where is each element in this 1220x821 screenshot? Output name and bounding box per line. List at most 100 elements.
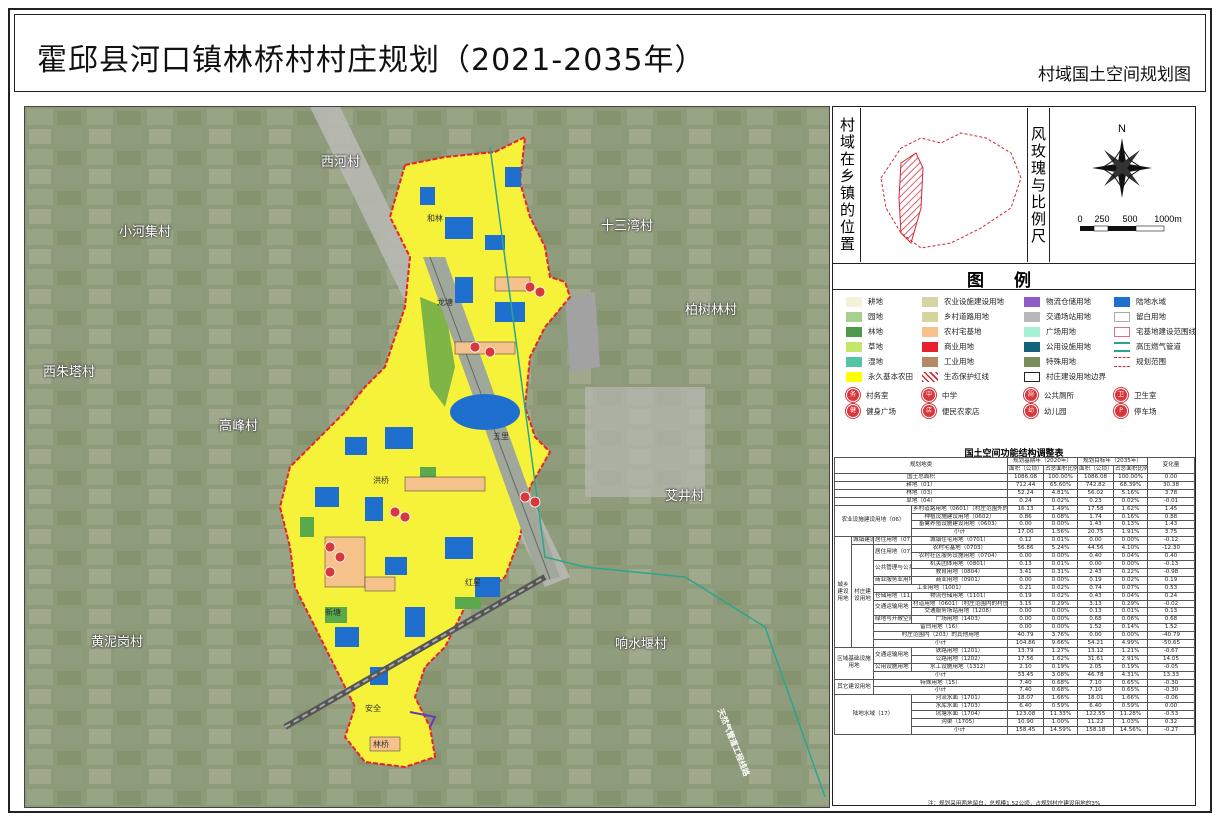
table-cell: 44.56 bbox=[1077, 544, 1115, 554]
table-cell: 0.88 bbox=[1147, 512, 1196, 522]
wind-rose-icon bbox=[1092, 138, 1152, 198]
table-cell: 0.00% bbox=[1113, 536, 1149, 546]
table-cell: 区域基础设施用地 bbox=[834, 646, 874, 680]
table-row: 商业服务业用地（09）商业用地（0901）0.000.00%0.190.02%0… bbox=[835, 575, 1196, 585]
legend-icon-item: P 停车场 bbox=[1114, 404, 1157, 418]
table-row: 公用设施用地（13）水工设施用地（1312）2.100.19%2.050.19%… bbox=[835, 662, 1196, 672]
legend-swatch bbox=[1114, 341, 1130, 352]
table-cell: 0.00 bbox=[1007, 623, 1045, 633]
table-cell: 1.43 bbox=[1077, 520, 1115, 530]
legend-swatch bbox=[846, 311, 862, 322]
legend-label: 村务室 bbox=[866, 390, 889, 400]
table-cell: 商业用地（0901） bbox=[910, 575, 1009, 585]
table-cell: -0.02 bbox=[1147, 599, 1196, 609]
legend-label: 商业用地 bbox=[944, 342, 974, 351]
legend-item: 交通场站用地 bbox=[1024, 311, 1091, 322]
table-cell: 小计 bbox=[872, 686, 1009, 696]
table-row: 耕地（01） 712.44 65.60% 742.82 68.39% 30.38 bbox=[833, 480, 1196, 490]
legend-swatch bbox=[1024, 296, 1040, 307]
table-cell: 0.65% bbox=[1113, 686, 1149, 696]
legend-label: 林地 bbox=[868, 327, 883, 336]
table-cell: -50.65 bbox=[1147, 639, 1196, 648]
map-panel[interactable]: 西河村 小河集村 十三湾村 柏树林村 西朱塔村 高峰村 艾井村 黄泥岗村 响水堰… bbox=[24, 106, 830, 808]
legend-swatch bbox=[1024, 341, 1040, 352]
table-cell: 规划目标年（2035年） bbox=[1077, 457, 1149, 466]
table-cell: 31.61 bbox=[1077, 654, 1115, 664]
table-row: 城乡建设用地城镇建设用地居住用地（07）城镇住宅用地（0701）0.120.01… bbox=[834, 536, 1196, 648]
table-cell: -40.79 bbox=[1147, 631, 1196, 641]
table-cell: 小计 bbox=[910, 528, 1009, 538]
table-cell: 56.02 bbox=[1077, 488, 1115, 498]
table-cell: 公共管理与公共服务用地（08） bbox=[873, 559, 912, 577]
table-cell: 0.13 bbox=[1147, 607, 1196, 617]
table-cell: 0.00 bbox=[1007, 575, 1045, 585]
facility-icon: P bbox=[1114, 404, 1128, 418]
table-cell: 机关团体用地（0801） bbox=[910, 559, 1009, 569]
table-cell: -0.53 bbox=[1147, 710, 1196, 720]
legend-item: 物流仓储用地 bbox=[1024, 296, 1091, 307]
table-cell: 1.62% bbox=[1113, 504, 1149, 514]
legend-label: 宅基地建设范围线 bbox=[1136, 327, 1196, 336]
location-label: 村域在乡镇的位置 bbox=[838, 117, 856, 253]
place-label: 柏树林村 bbox=[685, 303, 738, 318]
table-cell: 0.00 bbox=[1007, 607, 1045, 617]
legend-swatch bbox=[1024, 356, 1040, 367]
table-cell: 14.56% bbox=[1113, 726, 1149, 735]
table-cell: 教育用地（0804） bbox=[910, 567, 1009, 577]
table-cell: 16.13 bbox=[1007, 504, 1045, 514]
table-cell: 占总面积比例（%） bbox=[1113, 465, 1149, 474]
place-label: 艾井村 bbox=[665, 489, 705, 504]
table-cell: -0.67 bbox=[1147, 646, 1196, 656]
table-cell: 4.99% bbox=[1113, 639, 1149, 648]
table-cell: -0.12 bbox=[1147, 536, 1196, 546]
table-cell: 公用设施用地（13） bbox=[873, 662, 912, 672]
table-cell: 1.62% bbox=[1043, 654, 1079, 664]
table-cell: 0.31% bbox=[1043, 567, 1079, 577]
table-cell: 0.21 bbox=[1007, 583, 1045, 593]
legend-item: 公用设施用地 bbox=[1024, 341, 1091, 352]
legend-swatch bbox=[922, 356, 938, 367]
table-row: 村庄建设用地居住用地（07）农村宅基地（0703）56.865.24%44.56… bbox=[835, 544, 1196, 648]
table-cell: 村庄建设用地 bbox=[851, 544, 874, 648]
table-cell: 面积（公顷） bbox=[1077, 465, 1115, 474]
table-cell: 4.10% bbox=[1113, 544, 1149, 554]
table-cell: 18.07 bbox=[1007, 694, 1045, 704]
table-cell: 居住用地（07） bbox=[873, 544, 912, 561]
table-cell: 0.65% bbox=[1113, 678, 1149, 688]
legend-item: 宅基地建设范围线 bbox=[1114, 326, 1196, 337]
table-row: 其它建设用地 特殊用地（15） 7.40 0.68% 7.10 0.65% -0.30 bbox=[834, 678, 1196, 696]
table-cell: 1.74 bbox=[1077, 512, 1115, 522]
facility-icon: 中 bbox=[922, 388, 936, 402]
table-cell: 11.33% bbox=[1043, 710, 1079, 720]
legend-label: 广场用地 bbox=[1046, 327, 1076, 336]
table-cell: 0.00% bbox=[1043, 623, 1079, 633]
legend-swatch bbox=[1114, 296, 1130, 307]
table-cell: 2.05 bbox=[1077, 662, 1115, 672]
table-cell: 0.01% bbox=[1043, 559, 1079, 569]
svg-text:0: 0 bbox=[1077, 214, 1082, 224]
table-cell: -0.30 bbox=[1147, 686, 1196, 696]
table-cell: 2.91% bbox=[1113, 654, 1149, 664]
table-cell: 9.66% bbox=[1043, 639, 1079, 648]
table-cell: 1.66% bbox=[1043, 694, 1079, 704]
legend-swatch bbox=[922, 341, 938, 352]
table-cell: 0.68 bbox=[1147, 615, 1196, 625]
table-cell: 2.10 bbox=[1007, 662, 1045, 672]
legend-swatch bbox=[846, 356, 862, 367]
table-cell: -0.05 bbox=[1147, 662, 1196, 672]
place-label: 西朱塔村 bbox=[43, 365, 96, 380]
table-cell: 铁路用地（1201） bbox=[910, 646, 1009, 656]
divider bbox=[832, 263, 1196, 264]
map-inner-label: 和林 bbox=[427, 214, 443, 223]
table-cell: 其它建设用地 bbox=[834, 678, 874, 696]
legend-item: 村庄建设用地边界 bbox=[1024, 371, 1106, 382]
table-cell: 0.23 bbox=[1077, 496, 1115, 506]
table-cell: 城镇建设用地 bbox=[851, 536, 874, 546]
table-cell: 0.22% bbox=[1113, 567, 1149, 577]
table-cell: 10.90 bbox=[1007, 718, 1045, 727]
table-cell: 0.00 bbox=[1147, 473, 1196, 482]
table-cell: 畜禽养殖设施建设用地（0603） bbox=[910, 520, 1009, 530]
legend-label: 高压燃气管道 bbox=[1136, 342, 1181, 351]
table-cell: 0.04% bbox=[1113, 591, 1149, 601]
table-cell: 仓储用地（11） bbox=[873, 591, 912, 601]
